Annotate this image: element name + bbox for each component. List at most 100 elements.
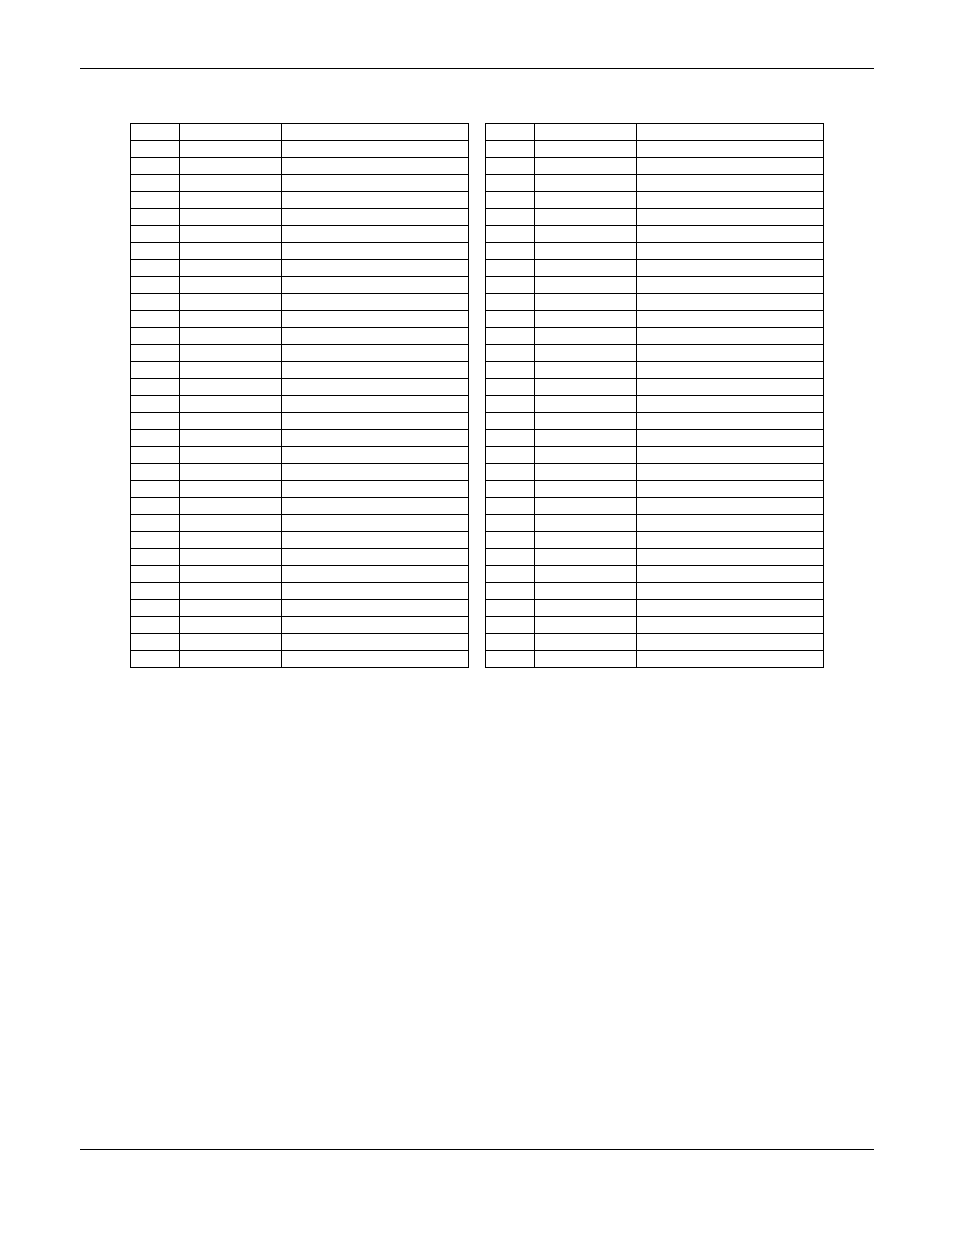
cell [535,243,637,260]
cell [282,328,469,345]
cell [282,651,469,668]
table-container [130,123,824,668]
column-gap [468,583,485,600]
cell [131,158,180,175]
cell [180,175,282,192]
cell [282,566,469,583]
cell [180,226,282,243]
cell [535,362,637,379]
table-row [131,192,824,209]
cell [486,430,535,447]
cell [282,464,469,481]
cell [637,532,824,549]
column-gap [468,600,485,617]
table-row [131,413,824,430]
cell [486,566,535,583]
table-row [131,260,824,277]
data-table [130,123,824,668]
column-gap [468,328,485,345]
cell [282,481,469,498]
cell [637,566,824,583]
table-row [131,617,824,634]
column-gap [468,413,485,430]
cell [180,447,282,464]
column-gap [468,243,485,260]
column-gap [468,430,485,447]
cell [637,209,824,226]
cell [180,651,282,668]
cell [535,260,637,277]
cell [180,379,282,396]
cell [637,141,824,158]
cell [131,481,180,498]
cell [535,515,637,532]
cell [282,158,469,175]
cell [282,260,469,277]
cell [535,141,637,158]
cell [486,277,535,294]
cell [131,566,180,583]
cell [486,532,535,549]
cell [282,549,469,566]
cell [535,124,637,141]
cell [131,277,180,294]
table-row [131,651,824,668]
table-row [131,600,824,617]
table-row [131,634,824,651]
cell [486,226,535,243]
cell [486,515,535,532]
cell [282,362,469,379]
column-gap [468,481,485,498]
cell [131,345,180,362]
table-row [131,226,824,243]
cell [131,651,180,668]
cell [282,345,469,362]
cell [637,362,824,379]
column-gap [468,379,485,396]
column-gap [468,226,485,243]
column-gap [468,651,485,668]
cell [535,566,637,583]
cell [131,141,180,158]
cell [535,294,637,311]
cell [535,532,637,549]
cell [535,600,637,617]
cell [486,158,535,175]
cell [486,311,535,328]
cell [637,379,824,396]
cell [637,515,824,532]
cell [180,396,282,413]
cell [637,396,824,413]
cell [180,515,282,532]
cell [486,481,535,498]
page [0,0,954,1235]
cell [282,396,469,413]
cell [535,226,637,243]
column-gap [468,158,485,175]
table-row [131,311,824,328]
table-row [131,515,824,532]
cell [180,481,282,498]
cell [637,600,824,617]
column-gap [468,617,485,634]
cell [131,515,180,532]
cell [535,447,637,464]
cell [282,294,469,311]
table-row [131,175,824,192]
cell [637,311,824,328]
cell [282,243,469,260]
table-row [131,549,824,566]
cell [535,583,637,600]
column-gap [468,396,485,413]
cell [180,464,282,481]
column-gap [468,175,485,192]
table-row [131,294,824,311]
cell [486,600,535,617]
cell [486,124,535,141]
cell [131,226,180,243]
cell [486,549,535,566]
cell [180,413,282,430]
cell [637,277,824,294]
cell [637,447,824,464]
table-row [131,158,824,175]
